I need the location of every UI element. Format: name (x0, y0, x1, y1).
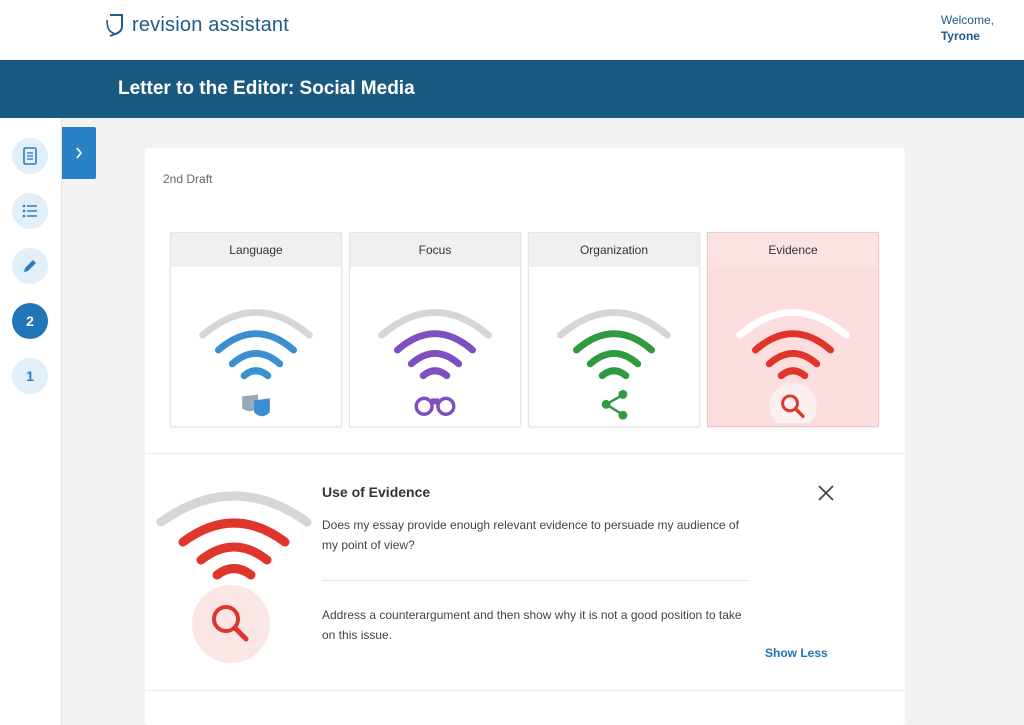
signal-strength-icon (199, 308, 313, 417)
close-button[interactable] (815, 482, 837, 504)
signal-strength-icon (378, 308, 492, 416)
trait-label: Focus (350, 233, 520, 267)
binoculars-icon (414, 396, 456, 416)
assignment-title-bar: Letter to the Editor: Social Media (0, 60, 1024, 118)
draft-2-button[interactable]: 2 (12, 303, 48, 339)
masks-icon (242, 394, 270, 417)
section-divider (145, 690, 905, 691)
trait-detail-panel: Use of Evidence Does my essay provide en… (145, 454, 905, 690)
document-icon (23, 147, 37, 165)
trait-tile-evidence[interactable]: Evidence (707, 232, 879, 427)
logo-text: revision assistant (132, 13, 289, 36)
trait-tile-language[interactable]: Language (170, 232, 342, 427)
top-header: revision assistant Welcome, Tyrone (0, 0, 1024, 60)
evidence-signal-icon (156, 491, 312, 663)
trait-tile-organization[interactable]: Organization (528, 232, 700, 427)
app-logo[interactable]: revision assistant (104, 12, 289, 38)
expand-panel-toggle[interactable] (62, 127, 96, 179)
trait-label: Evidence (708, 233, 878, 267)
welcome-label: Welcome, (940, 13, 994, 27)
trait-tile-focus[interactable]: Focus (349, 232, 521, 427)
signal-strength-icon (557, 308, 671, 420)
close-icon (818, 485, 834, 501)
list-icon (22, 204, 37, 218)
logo-icon (106, 14, 123, 37)
trait-label: Organization (529, 233, 699, 267)
show-less-link[interactable]: Show Less (765, 646, 828, 660)
write-button[interactable] (12, 248, 48, 284)
signal-strength-icon (736, 308, 850, 423)
detail-separator (322, 580, 748, 581)
share-nodes-icon (601, 390, 628, 420)
detail-title: Use of Evidence (322, 484, 431, 500)
user-name: Tyrone (940, 29, 980, 43)
chevron-right-icon (76, 147, 83, 159)
prompt-button[interactable] (12, 138, 48, 174)
pencil-icon (24, 260, 36, 272)
draft-label: 2nd Draft (163, 172, 213, 186)
trait-tiles: Language Focus Organization Evidence (170, 232, 879, 427)
left-rail: 2 1 (0, 118, 62, 725)
detail-question: Does my essay provide enough relevant ev… (322, 518, 739, 552)
rubric-button[interactable] (12, 193, 48, 229)
welcome-user[interactable]: Welcome, Tyrone (941, 12, 994, 44)
detail-tip: Address a counterargument and then show … (322, 608, 742, 642)
draft-1-button[interactable]: 1 (12, 358, 48, 394)
trait-label: Language (171, 233, 341, 267)
feedback-card: 2nd Draft Language Focus Organization Ev… (145, 148, 905, 725)
page-title: Letter to the Editor: Social Media (118, 78, 415, 99)
